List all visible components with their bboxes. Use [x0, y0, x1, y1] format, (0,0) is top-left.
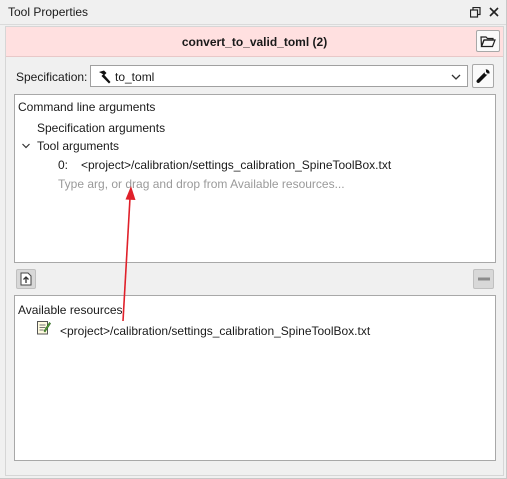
specification-arguments-node[interactable]: Specification arguments [37, 121, 165, 135]
item-name-bar: convert_to_valid_toml (2) [6, 27, 503, 57]
dock-titlebar: Tool Properties [0, 0, 506, 25]
available-resources-tree[interactable]: Available resources <project>/calibratio… [14, 295, 496, 461]
item-name: convert_to_valid_toml (2) [181, 35, 328, 49]
edit-specification-button[interactable] [472, 64, 494, 88]
tool-properties-dock: Tool Properties convert_to_valid_toml (2… [0, 0, 507, 479]
float-icon[interactable] [467, 4, 483, 20]
close-icon[interactable] [486, 4, 502, 20]
text-file-icon [37, 321, 51, 335]
open-folder-button[interactable] [476, 30, 500, 52]
argument-placeholder[interactable]: Type arg, or drag and drop from Availabl… [58, 177, 345, 191]
command-line-arguments-tree[interactable]: Command line arguments Specification arg… [14, 94, 496, 263]
available-resources-header: Available resources [18, 303, 123, 317]
specification-combobox[interactable]: to_toml [90, 65, 468, 87]
chevron-down-icon [451, 74, 461, 80]
hammer-icon [99, 70, 111, 84]
dock-title: Tool Properties [8, 5, 89, 19]
specification-label: Specification: [16, 70, 88, 84]
remove-argument-button[interactable] [473, 269, 494, 289]
tool-properties-content: convert_to_valid_toml (2) Specification:… [5, 26, 504, 476]
folder-open-icon [480, 35, 496, 47]
add-argument-button[interactable] [16, 269, 36, 289]
resource-item-label[interactable]: <project>/calibration/settings_calibrati… [60, 324, 370, 338]
command-line-header: Command line arguments [18, 100, 156, 114]
tool-argument-index: 0: [58, 158, 69, 172]
specification-value: to_toml [115, 70, 155, 84]
minus-icon [477, 277, 490, 281]
wrench-icon [476, 69, 490, 84]
chevron-down-icon[interactable] [21, 141, 31, 151]
tool-arguments-node[interactable]: Tool arguments [37, 139, 119, 153]
tool-argument-value[interactable]: <project>/calibration/settings_calibrati… [81, 158, 391, 172]
add-arg-icon [20, 272, 32, 286]
